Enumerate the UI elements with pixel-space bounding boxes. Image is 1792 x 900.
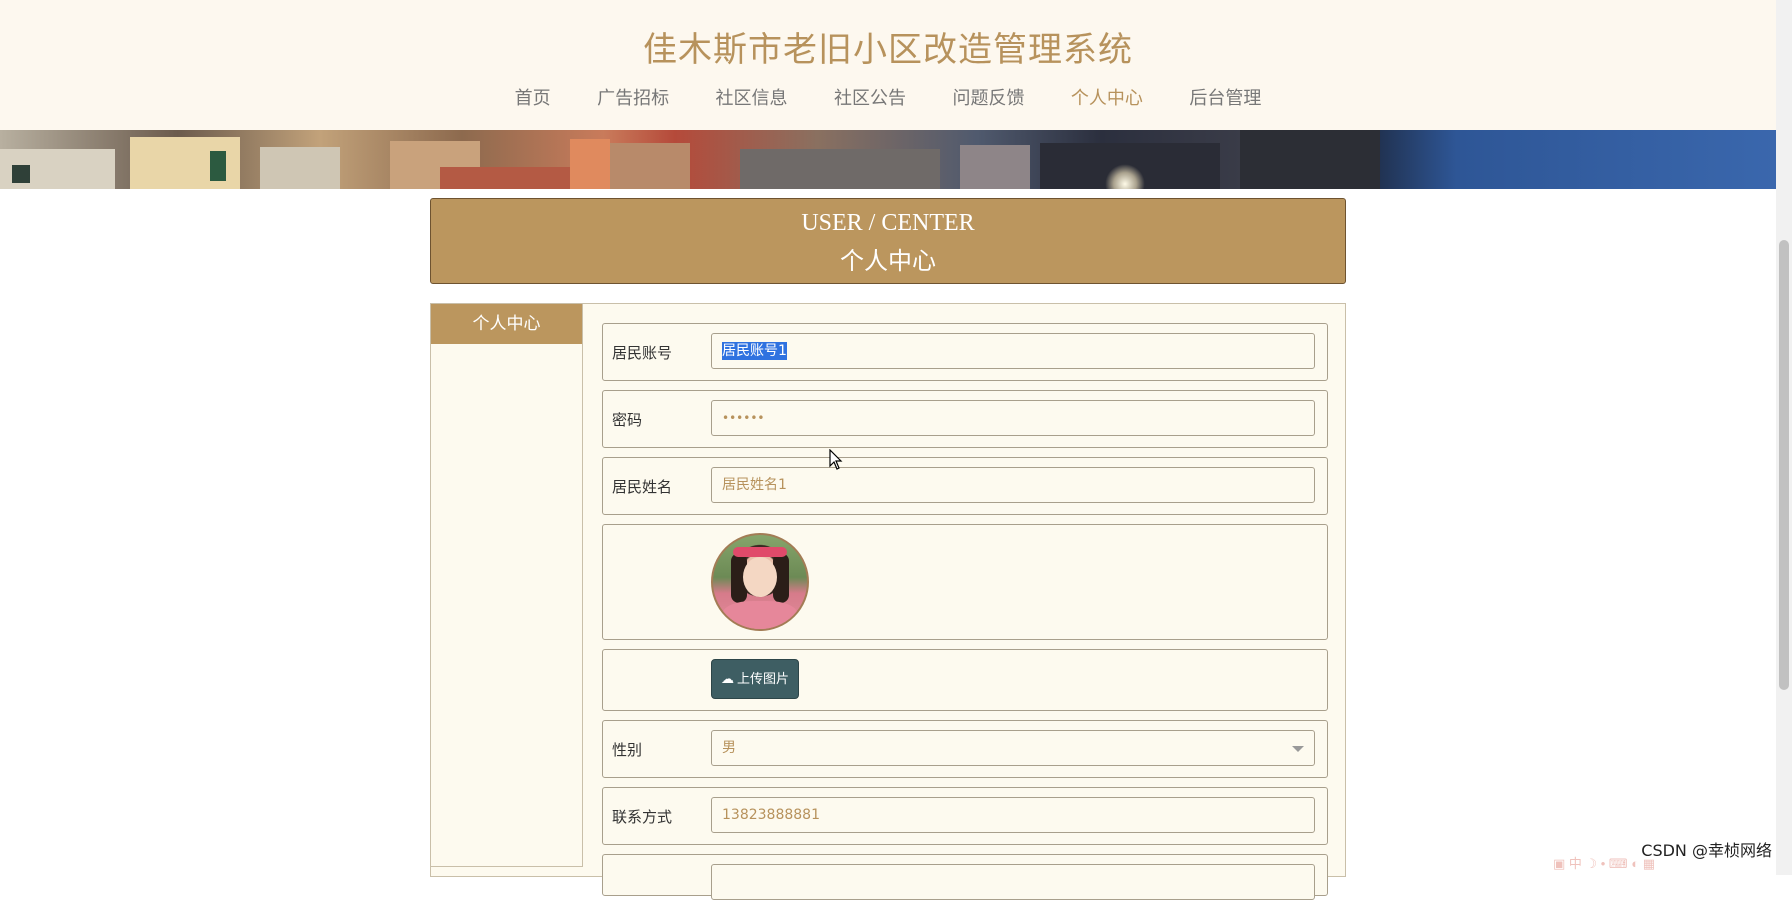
- page-scrollbar[interactable]: [1776, 0, 1792, 875]
- nav-item-admin[interactable]: 后台管理: [1189, 84, 1261, 110]
- section-title-en: USER / CENTER: [801, 210, 975, 236]
- cloud-upload-icon: ☁: [720, 672, 734, 687]
- form-row-phone: 联系方式 13823888881: [602, 787, 1328, 845]
- account-field[interactable]: 居民账号1: [711, 333, 1315, 369]
- nav-item-user-center[interactable]: 个人中心: [1071, 84, 1143, 110]
- upload-button-label: 上传图片: [736, 672, 789, 687]
- sidebar-item-user-center[interactable]: 个人中心: [431, 304, 582, 344]
- sidebar: 个人中心: [431, 304, 583, 867]
- scrollbar-thumb[interactable]: [1779, 240, 1789, 690]
- form-row-next: [602, 854, 1328, 900]
- form-row-name: 居民姓名 居民姓名1: [602, 457, 1328, 515]
- form-row-upload: ☁ 上传图片: [602, 649, 1328, 711]
- phone-field[interactable]: 13823888881: [711, 797, 1315, 833]
- gender-value: 男: [722, 740, 736, 756]
- gender-select[interactable]: 男: [711, 730, 1315, 766]
- main-nav: 首页 广告招标 社区信息 社区公告 问题反馈 个人中心 后台管理: [0, 84, 1776, 110]
- gender-label: 性别: [612, 741, 643, 759]
- site-title: 佳木斯市老旧小区改造管理系统: [643, 30, 1133, 70]
- upload-image-button[interactable]: ☁ 上传图片: [711, 659, 799, 699]
- account-value: 居民账号1: [722, 342, 787, 360]
- nav-item-community-info[interactable]: 社区信息: [716, 84, 788, 110]
- phone-label: 联系方式: [612, 808, 673, 826]
- form-row-password: 密码 ••••••: [602, 390, 1328, 448]
- watermark: CSDN @幸桢网络: [1641, 841, 1772, 860]
- avatar: [711, 533, 809, 631]
- nav-item-ad-bidding[interactable]: 广告招标: [597, 84, 669, 110]
- chevron-down-icon: [1292, 746, 1304, 752]
- account-label: 居民账号: [612, 344, 673, 362]
- mouse-cursor-icon: [829, 449, 843, 470]
- section-title-banner: USER / CENTER 个人中心: [430, 198, 1346, 284]
- name-label: 居民姓名: [612, 478, 673, 496]
- user-center-panel: 个人中心 居民账号 居民账号1 密码 •••••• 居民姓名 居民姓名1 ☁ 上传…: [430, 303, 1346, 900]
- form-row-gender: 性别 男: [602, 720, 1328, 778]
- name-field[interactable]: 居民姓名1: [711, 467, 1315, 503]
- nav-item-community-notice[interactable]: 社区公告: [834, 84, 906, 110]
- form-row-account: 居民账号 居民账号1: [602, 323, 1328, 381]
- site-header: 佳木斯市老旧小区改造管理系统 首页 广告招标 社区信息 社区公告 问题反馈 个人…: [0, 0, 1776, 131]
- ime-indicator-icon: ▣ 中 ☽ • ⌨ ◐ ▦: [1553, 856, 1656, 871]
- next-field[interactable]: [711, 864, 1315, 900]
- password-field[interactable]: ••••••: [711, 400, 1315, 436]
- hero-banner-image: [0, 130, 1776, 189]
- nav-item-home[interactable]: 首页: [515, 84, 551, 110]
- section-title-cn: 个人中心: [840, 249, 936, 275]
- form-row-avatar: [602, 524, 1328, 640]
- password-label: 密码: [612, 411, 643, 429]
- nav-item-feedback[interactable]: 问题反馈: [952, 84, 1024, 110]
